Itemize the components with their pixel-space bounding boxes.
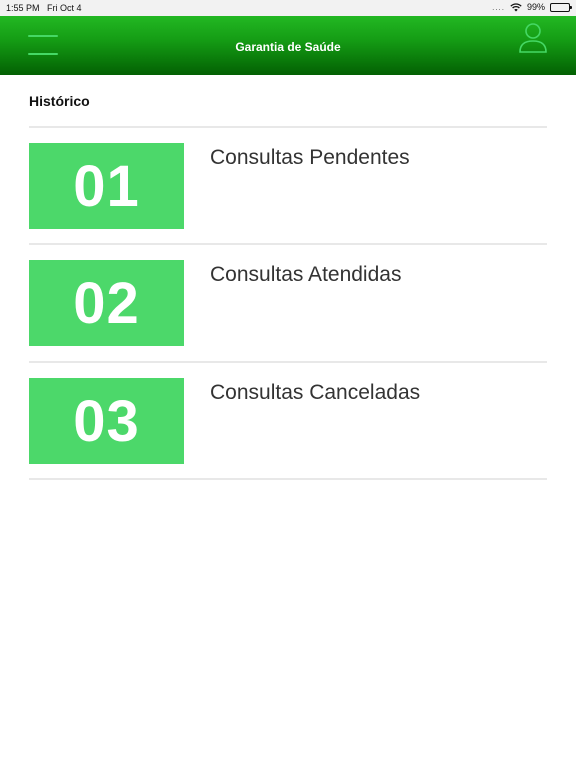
page-title: Garantia de Saúde	[235, 40, 341, 54]
user-profile-icon	[519, 23, 547, 53]
item-label: Consultas Canceladas	[210, 381, 421, 404]
item-number-badge: 01	[29, 143, 184, 229]
nav-header: Garantia de Saúde	[0, 16, 576, 75]
hamburger-menu-icon	[28, 35, 58, 37]
list-item-cancelled[interactable]: 03 Consultas Canceladas	[29, 378, 547, 464]
divider	[29, 361, 547, 363]
wifi-icon	[510, 2, 522, 11]
item-label: Consultas Atendidas	[210, 263, 402, 286]
battery-percent: 99%	[526, 2, 545, 12]
divider	[29, 126, 547, 128]
item-number-badge: 02	[29, 260, 184, 346]
list-item-attended[interactable]: 02 Consultas Atendidas	[29, 260, 547, 346]
profile-button[interactable]	[518, 22, 548, 54]
divider	[29, 478, 547, 480]
battery-icon	[550, 2, 572, 12]
status-date: Fri Oct 4	[47, 3, 82, 13]
divider	[29, 243, 547, 245]
section-title: Histórico	[29, 93, 90, 109]
status-time: 1:55 PM	[6, 3, 40, 13]
app-screen: 1:55 PM Fri Oct 4 .... 99% Garantia de S…	[0, 0, 576, 768]
signal-icon: ....	[492, 2, 505, 12]
item-number-badge: 03	[29, 378, 184, 464]
status-indicators: .... 99%	[492, 2, 572, 12]
list-item-pending[interactable]: 01 Consultas Pendentes	[29, 143, 547, 229]
item-label: Consultas Pendentes	[210, 146, 410, 169]
status-bar: 1:55 PM Fri Oct 4 .... 99%	[0, 0, 576, 16]
